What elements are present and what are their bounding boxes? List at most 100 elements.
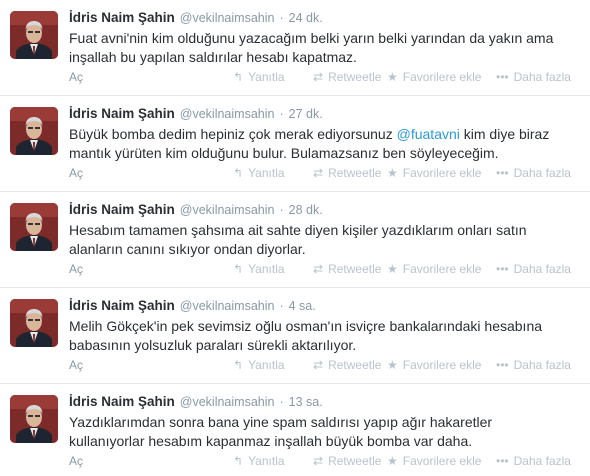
mention-link[interactable]: @fuatavni <box>397 126 460 142</box>
tweet-item[interactable]: İdris Naim Şahin @vekilnaimsahin · 13 sa. Y… <box>0 384 590 476</box>
ellipsis-icon: ••• <box>496 358 509 372</box>
retweet-icon: ⇄ <box>313 70 324 84</box>
author-handle[interactable]: @vekilnaimsahin <box>180 299 275 313</box>
more-label: Daha fazla <box>513 166 571 180</box>
reply-arrow-icon: ↰ <box>233 166 244 180</box>
star-icon: ★ <box>387 166 398 180</box>
retweet-button[interactable]: ⇄ Retweetle <box>313 357 381 373</box>
retweet-button[interactable]: ⇄ Retweetle <box>313 165 381 181</box>
more-button[interactable]: ••• Daha fazla <box>496 69 571 85</box>
expand-link[interactable]: Aç <box>69 357 83 373</box>
avatar[interactable] <box>10 107 58 155</box>
tweet-item[interactable]: İdris Naim Şahin @vekilnaimsahin · 24 dk. F… <box>0 0 590 96</box>
favorite-label: Favorilere ekle <box>402 358 482 372</box>
reply-label: Yanıtla <box>248 358 285 372</box>
expand-link[interactable]: Aç <box>69 261 83 277</box>
favorite-label: Favorilere ekle <box>402 70 482 84</box>
retweet-icon: ⇄ <box>313 262 324 276</box>
more-button[interactable]: ••• Daha fazla <box>496 453 571 469</box>
reply-arrow-icon: ↰ <box>233 358 244 372</box>
tweet-text: Hesabım tamamen şahsıma ait sahte diyen … <box>69 222 527 257</box>
expand-link[interactable]: Aç <box>69 453 83 469</box>
author-name[interactable]: İdris Naim Şahin <box>69 106 175 121</box>
meta-separator: · <box>279 107 284 121</box>
meta-separator: · <box>279 395 284 409</box>
favorite-label: Favorilere ekle <box>402 166 482 180</box>
author-handle[interactable]: @vekilnaimsahin <box>180 395 275 409</box>
star-icon: ★ <box>387 358 398 372</box>
tweet-time[interactable]: 28 dk. <box>289 203 323 217</box>
reply-button[interactable]: ↰ Yanıtla <box>233 453 285 469</box>
more-label: Daha fazla <box>513 262 571 276</box>
reply-arrow-icon: ↰ <box>233 454 244 468</box>
reply-button[interactable]: ↰ Yanıtla <box>233 261 285 277</box>
author-name[interactable]: İdris Naim Şahin <box>69 298 175 313</box>
author-name[interactable]: İdris Naim Şahin <box>69 202 175 217</box>
more-label: Daha fazla <box>513 358 571 372</box>
favorite-button[interactable]: ★ Favorilere ekle <box>387 165 481 181</box>
favorite-label: Favorilere ekle <box>402 454 482 468</box>
ellipsis-icon: ••• <box>496 70 509 84</box>
more-button[interactable]: ••• Daha fazla <box>496 261 571 277</box>
meta-separator: · <box>279 11 284 25</box>
tweet-item[interactable]: İdris Naim Şahin @vekilnaimsahin · 4 sa. Me… <box>0 288 590 384</box>
reply-button[interactable]: ↰ Yanıtla <box>233 69 285 85</box>
avatar[interactable] <box>10 11 58 59</box>
more-label: Daha fazla <box>513 454 571 468</box>
reply-arrow-icon: ↰ <box>233 70 244 84</box>
favorite-button[interactable]: ★ Favorilere ekle <box>387 261 481 277</box>
expand-link[interactable]: Aç <box>69 165 83 181</box>
retweet-label: Retweetle <box>328 166 382 180</box>
tweet-text-part: Büyük bomba dedim hepiniz çok merak ediy… <box>69 126 397 142</box>
author-name[interactable]: İdris Naim Şahin <box>69 10 175 25</box>
meta-separator: · <box>279 203 284 217</box>
expand-link[interactable]: Aç <box>69 69 83 85</box>
tweet-actions: Aç ↰ Yanıtla ⇄ Retweetle ★ Favorilere ekle … <box>69 357 582 373</box>
reply-button[interactable]: ↰ Yanıtla <box>233 165 285 181</box>
author-handle[interactable]: @vekilnaimsahin <box>180 203 275 217</box>
avatar[interactable] <box>10 299 58 347</box>
favorite-label: Favorilere ekle <box>402 262 482 276</box>
tweet-item[interactable]: İdris Naim Şahin @vekilnaimsahin · 28 dk. H… <box>0 192 590 288</box>
tweet-text: Büyük bomba dedim hepiniz çok merak ediy… <box>69 125 569 163</box>
tweet-actions: Aç ↰ Yanıtla ⇄ Retweetle ★ Favorilere ekle … <box>69 453 582 469</box>
favorite-button[interactable]: ★ Favorilere ekle <box>387 69 481 85</box>
reply-button[interactable]: ↰ Yanıtla <box>233 357 285 373</box>
reply-arrow-icon: ↰ <box>233 262 244 276</box>
reply-label: Yanıtla <box>248 262 285 276</box>
author-name[interactable]: İdris Naim Şahin <box>69 394 175 409</box>
author-handle[interactable]: @vekilnaimsahin <box>180 107 275 121</box>
retweet-icon: ⇄ <box>313 358 324 372</box>
tweet-timeline: İdris Naim Şahin @vekilnaimsahin · 24 dk. F… <box>0 0 590 476</box>
tweet-item[interactable]: İdris Naim Şahin @vekilnaimsahin · 27 dk. B… <box>0 96 590 192</box>
retweet-icon: ⇄ <box>313 454 324 468</box>
tweet-time[interactable]: 13 sa. <box>289 395 323 409</box>
tweet-text: Fuat avni'nin kim olduğunu yazacağım bel… <box>69 30 554 65</box>
tweet-actions: Aç ↰ Yanıtla ⇄ Retweetle ★ Favorilere ekle … <box>69 69 582 85</box>
tweet-time[interactable]: 27 dk. <box>289 107 323 121</box>
author-handle[interactable]: @vekilnaimsahin <box>180 11 275 25</box>
favorite-button[interactable]: ★ Favorilere ekle <box>387 453 481 469</box>
retweet-icon: ⇄ <box>313 166 324 180</box>
retweet-button[interactable]: ⇄ Retweetle <box>313 69 381 85</box>
tweet-actions: Aç ↰ Yanıtla ⇄ Retweetle ★ Favorilere ekle … <box>69 261 582 277</box>
retweet-button[interactable]: ⇄ Retweetle <box>313 261 381 277</box>
tweet-actions: Aç ↰ Yanıtla ⇄ Retweetle ★ Favorilere ekle … <box>69 165 582 181</box>
favorite-button[interactable]: ★ Favorilere ekle <box>387 357 481 373</box>
avatar[interactable] <box>10 395 58 443</box>
star-icon: ★ <box>387 70 398 84</box>
more-button[interactable]: ••• Daha fazla <box>496 357 571 373</box>
tweet-time[interactable]: 24 dk. <box>289 11 323 25</box>
reply-label: Yanıtla <box>248 166 285 180</box>
retweet-button[interactable]: ⇄ Retweetle <box>313 453 381 469</box>
tweet-text: Melih Gökçek'in pek sevimsiz oğlu osman'… <box>69 318 543 353</box>
reply-label: Yanıtla <box>248 70 285 84</box>
tweet-time[interactable]: 4 sa. <box>289 299 316 313</box>
retweet-label: Retweetle <box>328 262 382 276</box>
ellipsis-icon: ••• <box>496 262 509 276</box>
star-icon: ★ <box>387 262 398 276</box>
more-button[interactable]: ••• Daha fazla <box>496 165 571 181</box>
ellipsis-icon: ••• <box>496 454 509 468</box>
tweet-text: Yazdıklarımdan sonra bana yine spam sald… <box>69 414 493 449</box>
avatar[interactable] <box>10 203 58 251</box>
